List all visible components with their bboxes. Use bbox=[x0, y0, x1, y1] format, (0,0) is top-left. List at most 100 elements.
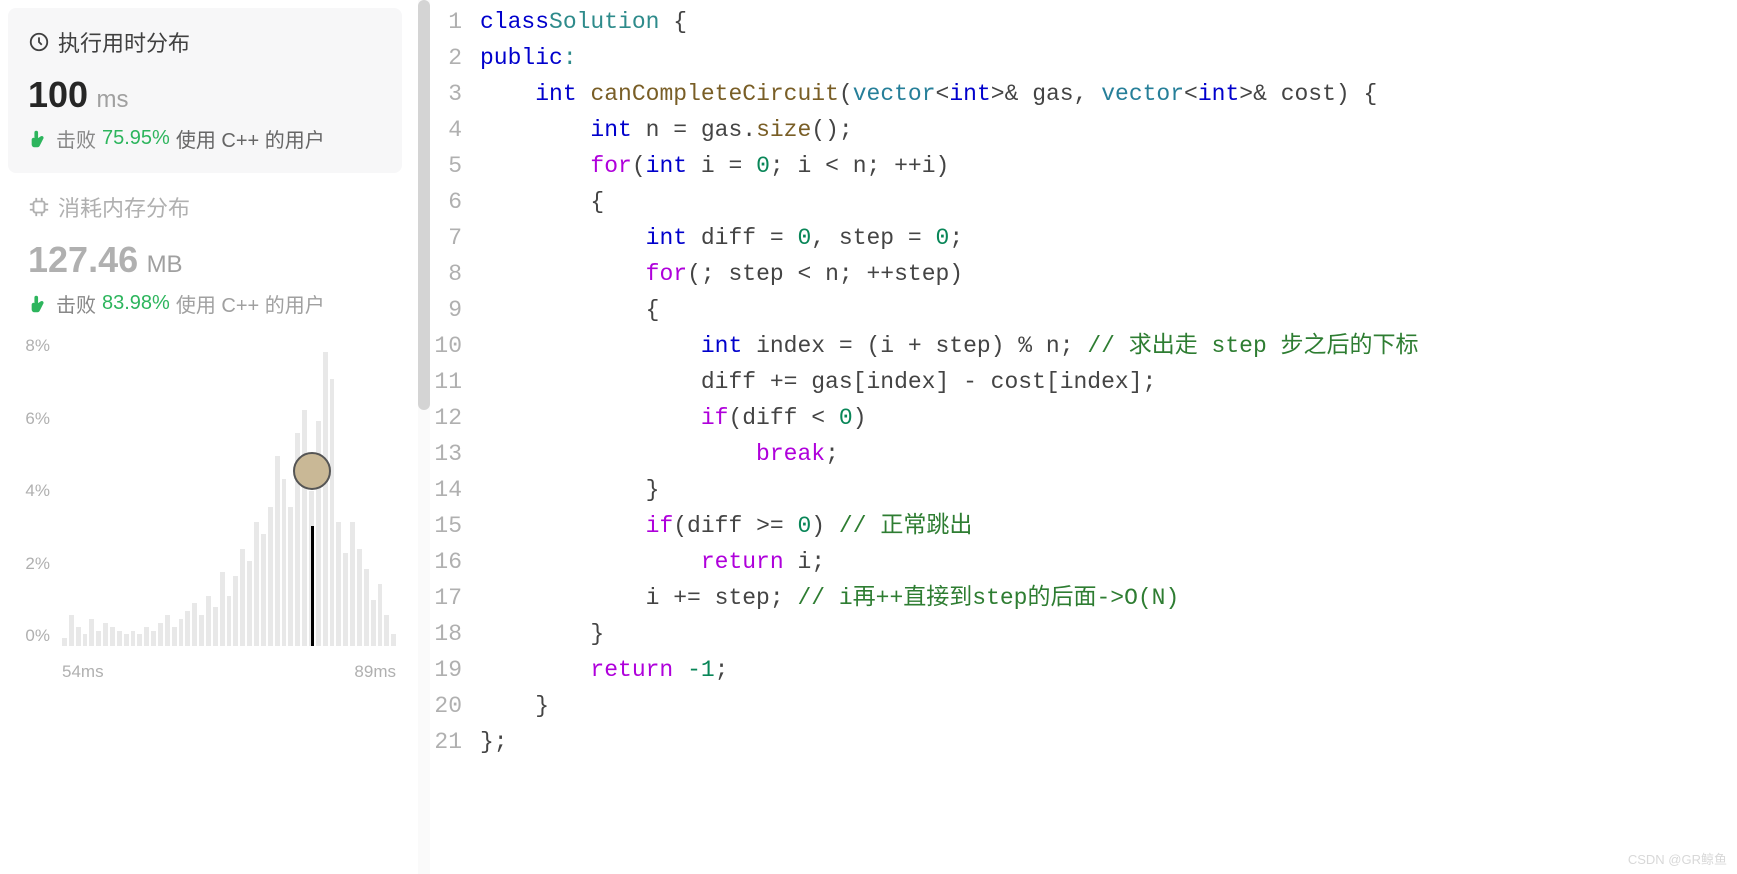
code-line[interactable]: } bbox=[480, 472, 1737, 508]
code-line[interactable]: return -1; bbox=[480, 652, 1737, 688]
chart-bar[interactable] bbox=[378, 584, 383, 646]
memory-metric: 127.46 MB bbox=[28, 239, 382, 281]
chart-bar[interactable] bbox=[144, 627, 149, 646]
code-line[interactable]: diff += gas[index] - cost[index]; bbox=[480, 364, 1737, 400]
runtime-value: 100 bbox=[28, 74, 88, 115]
memory-beats-suffix: 使用 C++ 的用户 bbox=[176, 289, 325, 318]
y-tick: 4% bbox=[8, 481, 58, 501]
code-line[interactable]: if(diff >= 0) // 正常跳出 bbox=[480, 508, 1737, 544]
runtime-unit: ms bbox=[97, 86, 129, 113]
chart-bar[interactable] bbox=[240, 549, 245, 646]
chart-bar[interactable] bbox=[83, 634, 88, 646]
chart-bar[interactable] bbox=[172, 627, 177, 646]
code-line[interactable]: classSolution { bbox=[480, 4, 1737, 40]
chart-bar[interactable] bbox=[282, 479, 287, 646]
chart-bar[interactable] bbox=[206, 596, 211, 646]
code-line[interactable]: for(int i = 0; i < n; ++i) bbox=[480, 148, 1737, 184]
chart-bar[interactable] bbox=[350, 522, 355, 646]
stats-panel: 执行用时分布 100 ms 击败 75.95% 使用 C++ 的用户 消耗内存分… bbox=[0, 0, 410, 874]
runtime-header: 执行用时分布 bbox=[28, 26, 382, 58]
code-line[interactable]: break; bbox=[480, 436, 1737, 472]
code-line[interactable]: for(; step < n; ++step) bbox=[480, 256, 1737, 292]
code-line[interactable]: { bbox=[480, 184, 1737, 220]
chart-bar[interactable] bbox=[185, 611, 190, 646]
chart-bar[interactable] bbox=[302, 410, 307, 646]
chart-bar[interactable] bbox=[103, 623, 108, 646]
chart-bar[interactable] bbox=[323, 352, 328, 647]
memory-beats-label: 击败 bbox=[56, 289, 96, 318]
runtime-beats-suffix: 使用 C++ 的用户 bbox=[176, 124, 325, 153]
scrollbar-track[interactable] bbox=[418, 0, 430, 874]
chart-bar[interactable] bbox=[330, 379, 335, 646]
chart-bar[interactable] bbox=[69, 615, 74, 646]
y-tick: 0% bbox=[8, 626, 58, 646]
y-tick: 2% bbox=[8, 554, 58, 574]
chart-bar[interactable] bbox=[199, 615, 204, 646]
code-editor[interactable]: 123456789101112131415161718192021 classS… bbox=[410, 0, 1737, 874]
chart-marker-line bbox=[311, 526, 314, 646]
code-line[interactable]: { bbox=[480, 292, 1737, 328]
chart-bar[interactable] bbox=[158, 623, 163, 646]
chart-bar[interactable] bbox=[357, 549, 362, 646]
chart-bar[interactable] bbox=[179, 619, 184, 646]
code-content[interactable]: classSolution {public: int canCompleteCi… bbox=[480, 4, 1737, 874]
clap-icon bbox=[28, 128, 50, 150]
runtime-metric: 100 ms bbox=[28, 74, 382, 116]
chart-bar[interactable] bbox=[76, 627, 81, 646]
chart-bar[interactable] bbox=[192, 603, 197, 646]
chart-bar[interactable] bbox=[117, 631, 122, 647]
y-tick: 6% bbox=[8, 409, 58, 429]
runtime-beats-label: 击败 bbox=[56, 124, 96, 153]
chart-bar[interactable] bbox=[268, 507, 273, 647]
chart-bar[interactable] bbox=[151, 631, 156, 647]
chart-bar[interactable] bbox=[371, 600, 376, 647]
chart-bar[interactable] bbox=[288, 507, 293, 647]
memory-section[interactable]: 消耗内存分布 127.46 MB 击败 83.98% 使用 C++ 的用户 bbox=[0, 183, 410, 326]
code-line[interactable]: int n = gas.size(); bbox=[480, 112, 1737, 148]
chart-bars bbox=[62, 336, 396, 646]
chart-bar[interactable] bbox=[261, 534, 266, 646]
code-line[interactable]: return i; bbox=[480, 544, 1737, 580]
chart-bar[interactable] bbox=[62, 638, 67, 646]
chart-bar[interactable] bbox=[384, 615, 389, 646]
chart-bar[interactable] bbox=[254, 522, 259, 646]
runtime-distribution-chart[interactable]: 8%6%4%2%0% 54ms89ms bbox=[0, 336, 410, 686]
chart-bar[interactable] bbox=[220, 572, 225, 646]
watermark: CSDN @GR鲸鱼 bbox=[1628, 849, 1727, 868]
code-line[interactable]: i += step; // i再++直接到step的后面->O(N) bbox=[480, 580, 1737, 616]
scrollbar-thumb[interactable] bbox=[418, 0, 430, 410]
chart-bar[interactable] bbox=[96, 631, 101, 647]
code-line[interactable]: int diff = 0, step = 0; bbox=[480, 220, 1737, 256]
chart-bar[interactable] bbox=[124, 634, 129, 646]
chart-bar[interactable] bbox=[137, 634, 142, 646]
x-tick: 89ms bbox=[354, 662, 396, 682]
runtime-title: 执行用时分布 bbox=[58, 26, 190, 58]
chart-bar[interactable] bbox=[343, 553, 348, 646]
code-line[interactable]: public: bbox=[480, 40, 1737, 76]
chart-marker-avatar[interactable] bbox=[293, 452, 331, 490]
chart-bar[interactable] bbox=[227, 596, 232, 646]
code-line[interactable]: if(diff < 0) bbox=[480, 400, 1737, 436]
chart-bar[interactable] bbox=[247, 561, 252, 646]
chart-bar[interactable] bbox=[110, 627, 115, 646]
runtime-section[interactable]: 执行用时分布 100 ms 击败 75.95% 使用 C++ 的用户 bbox=[8, 8, 402, 173]
chart-bar[interactable] bbox=[364, 569, 369, 647]
chart-bar[interactable] bbox=[233, 576, 238, 646]
code-line[interactable]: } bbox=[480, 688, 1737, 724]
code-line[interactable]: }; bbox=[480, 724, 1737, 760]
code-line[interactable]: int index = (i + step) % n; // 求出走 step … bbox=[480, 328, 1737, 364]
memory-header: 消耗内存分布 bbox=[28, 191, 382, 223]
code-line[interactable]: } bbox=[480, 616, 1737, 652]
chart-bar[interactable] bbox=[89, 619, 94, 646]
memory-value: 127.46 bbox=[28, 239, 138, 280]
chart-bar[interactable] bbox=[275, 456, 280, 646]
chart-x-axis: 54ms 89ms bbox=[62, 662, 396, 682]
chart-bar[interactable] bbox=[213, 607, 218, 646]
code-line[interactable]: int canCompleteCircuit(vector<int>& gas,… bbox=[480, 76, 1737, 112]
chart-bar[interactable] bbox=[165, 615, 170, 646]
x-tick: 54ms bbox=[62, 662, 104, 682]
chart-bar[interactable] bbox=[131, 631, 136, 647]
chart-bar[interactable] bbox=[336, 522, 341, 646]
memory-beats-row: 击败 83.98% 使用 C++ 的用户 bbox=[28, 289, 382, 318]
chart-bar[interactable] bbox=[391, 634, 396, 646]
